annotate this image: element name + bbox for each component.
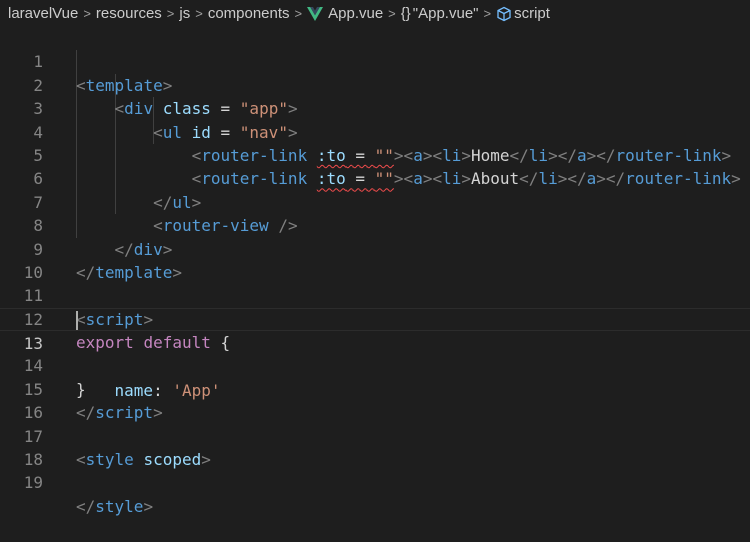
chevron-right-icon: > (195, 6, 203, 21)
breadcrumb-section[interactable]: "App.vue" (413, 5, 479, 22)
line-number: 19 (23, 473, 43, 493)
code-line-8: 8 </div> (0, 191, 750, 258)
code-line-11: 11 <script> (0, 261, 750, 328)
chevron-right-icon: > (483, 6, 492, 21)
breadcrumb-item-resources[interactable]: resources (96, 5, 162, 22)
chevron-right-icon: > (388, 6, 396, 21)
code-line-19: 19 </style> (0, 448, 750, 515)
code-line-18: 18 (0, 425, 750, 469)
code-line-6: 6 </ul> (0, 144, 750, 211)
breadcrumb: laravelVue > resources > js > components… (0, 0, 750, 27)
breadcrumb-file[interactable]: App.vue (328, 5, 383, 22)
breadcrumb-item-js[interactable]: js (179, 5, 190, 22)
code-line-10: 10 (0, 238, 750, 282)
code-line-12: 12 export default { (0, 284, 750, 352)
braces-icon: {} (400, 5, 411, 22)
code-line-4: 4 <router-link :to = ""><a><li>Home</li>… (0, 97, 750, 165)
token: style (95, 496, 144, 516)
code-line-9: 9 </template> (0, 214, 750, 282)
vue-logo-icon (307, 6, 324, 21)
code-line-15: 15 </script> (0, 354, 750, 422)
breadcrumb-symbol[interactable]: script (514, 5, 550, 22)
code-line-1: 1 <template> (0, 27, 750, 94)
text-cursor (76, 310, 78, 330)
chevron-right-icon: > (83, 6, 91, 21)
code-line-2: 2 <div class = "app"> (0, 50, 750, 118)
chevron-right-icon: > (166, 6, 175, 21)
code-line-3: 3 <ul id = "nav"> (0, 74, 750, 141)
code-editor[interactable]: 1 <template> 2 <div class = "app"> 3 <ul… (0, 27, 750, 516)
code-line-7: 7 <router-view /> (0, 167, 750, 235)
breadcrumb-item-components[interactable]: components (208, 5, 290, 22)
code-line-5: 5 <router-link :to = ""><a><li>About</li… (0, 121, 750, 188)
code-line-16: 16 (0, 378, 750, 422)
code-line-14: 14 } (0, 331, 750, 398)
breadcrumb-item-laravelvue[interactable]: laravelVue (8, 5, 78, 22)
cube-icon (497, 6, 511, 21)
code-line-13: 13 name: 'App' (0, 307, 750, 400)
code-line-17: 17 <style scoped> (0, 401, 750, 469)
chevron-right-icon: > (294, 6, 303, 21)
